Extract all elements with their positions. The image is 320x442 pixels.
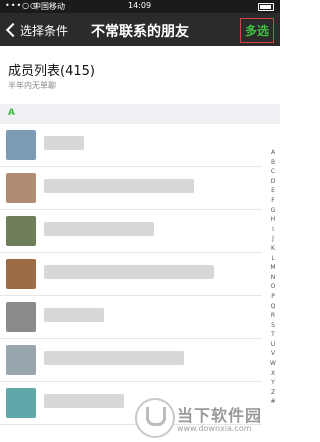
- index-letter[interactable]: F: [267, 196, 279, 206]
- avatar: [6, 388, 36, 418]
- contact-name-blurred: [44, 265, 214, 279]
- index-letter[interactable]: Y: [267, 378, 279, 388]
- avatar: [6, 345, 36, 375]
- member-count-title: 成员列表(415): [8, 64, 95, 79]
- contact-name-blurred: [44, 351, 184, 365]
- index-letter[interactable]: U: [267, 340, 279, 350]
- page-title: 不常联系的朋友: [91, 24, 189, 40]
- index-letter[interactable]: K: [267, 244, 279, 254]
- section-header: A: [0, 104, 280, 124]
- carrier-label: 中国移动: [33, 2, 65, 11]
- index-letter[interactable]: E: [267, 186, 279, 196]
- watermark-url: www.downxia.com: [177, 424, 252, 433]
- index-letter[interactable]: S: [267, 321, 279, 331]
- index-letter[interactable]: J: [267, 234, 279, 244]
- avatar: [6, 259, 36, 289]
- contact-row[interactable]: [0, 339, 262, 382]
- index-letter[interactable]: B: [267, 158, 279, 168]
- index-letter[interactable]: D: [267, 177, 279, 187]
- index-letter[interactable]: L: [267, 254, 279, 264]
- avatar: [6, 173, 36, 203]
- status-bar: •••○○ 中国移动 14:09: [0, 0, 280, 13]
- avatar: [6, 130, 36, 160]
- member-filter-subtitle: 半年内无单聊: [8, 81, 56, 90]
- avatar: [6, 216, 36, 246]
- contact-name-blurred: [44, 394, 124, 408]
- section-letter: A: [8, 108, 15, 118]
- index-letter[interactable]: W: [267, 359, 279, 369]
- index-letter[interactable]: V: [267, 349, 279, 359]
- member-list-header: 成员列表(415) 半年内无单聊: [0, 46, 280, 101]
- index-letter[interactable]: O: [267, 282, 279, 292]
- index-letter[interactable]: T: [267, 330, 279, 340]
- index-letter[interactable]: M: [267, 263, 279, 273]
- index-letter[interactable]: X: [267, 369, 279, 379]
- contact-name-blurred: [44, 136, 84, 150]
- battery-icon: [258, 3, 274, 11]
- watermark: 当下软件园 www.downxia.com: [135, 394, 277, 440]
- watermark-logo-icon: [135, 398, 175, 438]
- index-letter[interactable]: Q: [267, 302, 279, 312]
- contact-name-blurred: [44, 308, 104, 322]
- contact-row[interactable]: [0, 253, 262, 296]
- index-letter[interactable]: N: [267, 273, 279, 283]
- index-letter[interactable]: H: [267, 215, 279, 225]
- watermark-name: 当下软件园: [177, 406, 263, 425]
- contact-name-blurred: [44, 222, 154, 236]
- index-letter[interactable]: I: [267, 225, 279, 235]
- index-letter[interactable]: C: [267, 167, 279, 177]
- navigation-bar: 选择条件 不常联系的朋友 多选: [0, 13, 280, 46]
- index-letter[interactable]: P: [267, 292, 279, 302]
- contact-name-blurred: [44, 179, 194, 193]
- contact-row[interactable]: [0, 124, 262, 167]
- contact-row[interactable]: [0, 210, 262, 253]
- contact-row[interactable]: [0, 167, 262, 210]
- multi-select-button[interactable]: 多选: [239, 18, 274, 43]
- index-letter[interactable]: A: [267, 148, 279, 158]
- alphabet-index[interactable]: A B C D E F G H I J K L M N O P Q R S T U V W X Y Z #: [267, 148, 279, 407]
- index-letter[interactable]: R: [267, 311, 279, 321]
- avatar: [6, 302, 36, 332]
- contact-row[interactable]: [0, 296, 262, 339]
- clock: 14:09: [128, 1, 152, 10]
- index-letter[interactable]: G: [267, 206, 279, 216]
